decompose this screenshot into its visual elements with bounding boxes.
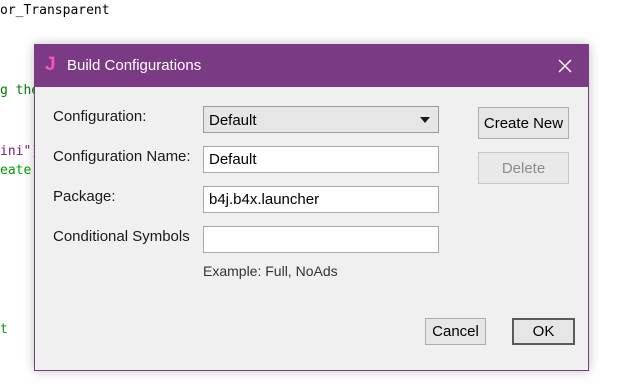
package-input[interactable]	[203, 186, 439, 213]
conditional-symbols-hint: Example: Full, NoAds	[203, 263, 338, 279]
cancel-button[interactable]: Cancel	[425, 318, 486, 345]
configuration-name-input[interactable]	[203, 146, 439, 173]
delete-button[interactable]: Delete	[478, 152, 569, 184]
configuration-name-label: Configuration Name:	[53, 148, 191, 165]
chevron-down-icon	[420, 117, 430, 123]
close-button[interactable]	[542, 45, 588, 87]
code-line-4: eate	[0, 163, 32, 178]
dialog-titlebar[interactable]: J Build Configurations	[35, 45, 588, 87]
configuration-select-value: Default	[209, 112, 257, 129]
configuration-label: Configuration:	[53, 108, 147, 125]
app-logo-icon: J	[45, 54, 56, 75]
package-label: Package:	[53, 188, 116, 205]
configuration-select[interactable]: Default	[203, 106, 439, 133]
conditional-symbols-input[interactable]	[203, 226, 439, 253]
create-new-button[interactable]: Create New	[478, 107, 569, 139]
code-line-1: or_Transparent	[0, 3, 110, 18]
ok-button[interactable]: OK	[512, 318, 575, 345]
conditional-symbols-label: Conditional Symbols	[53, 228, 190, 245]
close-icon	[558, 59, 572, 73]
build-configurations-dialog: J Build Configurations Configuration: Co…	[34, 44, 589, 371]
dialog-title: Build Configurations	[67, 57, 202, 74]
code-line-5: t	[0, 322, 8, 337]
